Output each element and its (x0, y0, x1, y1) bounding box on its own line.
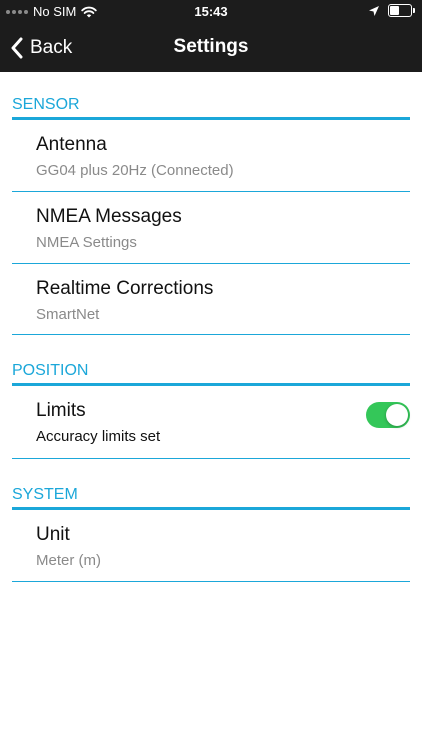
row-title: NMEA Messages (36, 206, 182, 227)
row-subtitle: Accuracy limits set (36, 428, 161, 445)
section-header-system: SYSTEM (12, 484, 410, 510)
row-nmea-messages[interactable]: NMEA Messages NMEA Settings (12, 192, 410, 264)
battery-icon (388, 4, 415, 17)
limits-toggle[interactable] (366, 402, 410, 428)
row-limits[interactable]: Limits Accuracy limits set (12, 386, 410, 459)
row-title: Unit (36, 524, 70, 545)
toggle-knob (386, 404, 408, 426)
status-bar: No SIM 15:43 (0, 0, 422, 24)
page-title: Settings (173, 36, 249, 57)
section-header-position: POSITION (12, 360, 410, 386)
row-unit[interactable]: Unit Meter (m) (12, 510, 410, 582)
row-title: Realtime Corrections (36, 278, 214, 299)
section-header-sensor: SENSOR (12, 94, 410, 120)
location-arrow-icon (369, 5, 379, 16)
top-bar: No SIM 15:43 Back Settings (0, 0, 422, 72)
row-antenna[interactable]: Antenna GG04 plus 20Hz (Connected) (12, 120, 410, 192)
row-realtime-corrections[interactable]: Realtime Corrections SmartNet (12, 264, 410, 335)
row-subtitle: Meter (m) (36, 552, 101, 569)
row-subtitle: SmartNet (36, 306, 100, 323)
row-title: Limits (36, 400, 86, 421)
navigation-bar: Back Settings (0, 24, 422, 72)
row-subtitle: NMEA Settings (36, 234, 137, 251)
status-time: 15:43 (194, 4, 228, 19)
row-title: Antenna (36, 134, 107, 155)
row-subtitle: GG04 plus 20Hz (Connected) (36, 162, 234, 179)
status-right (368, 4, 415, 17)
